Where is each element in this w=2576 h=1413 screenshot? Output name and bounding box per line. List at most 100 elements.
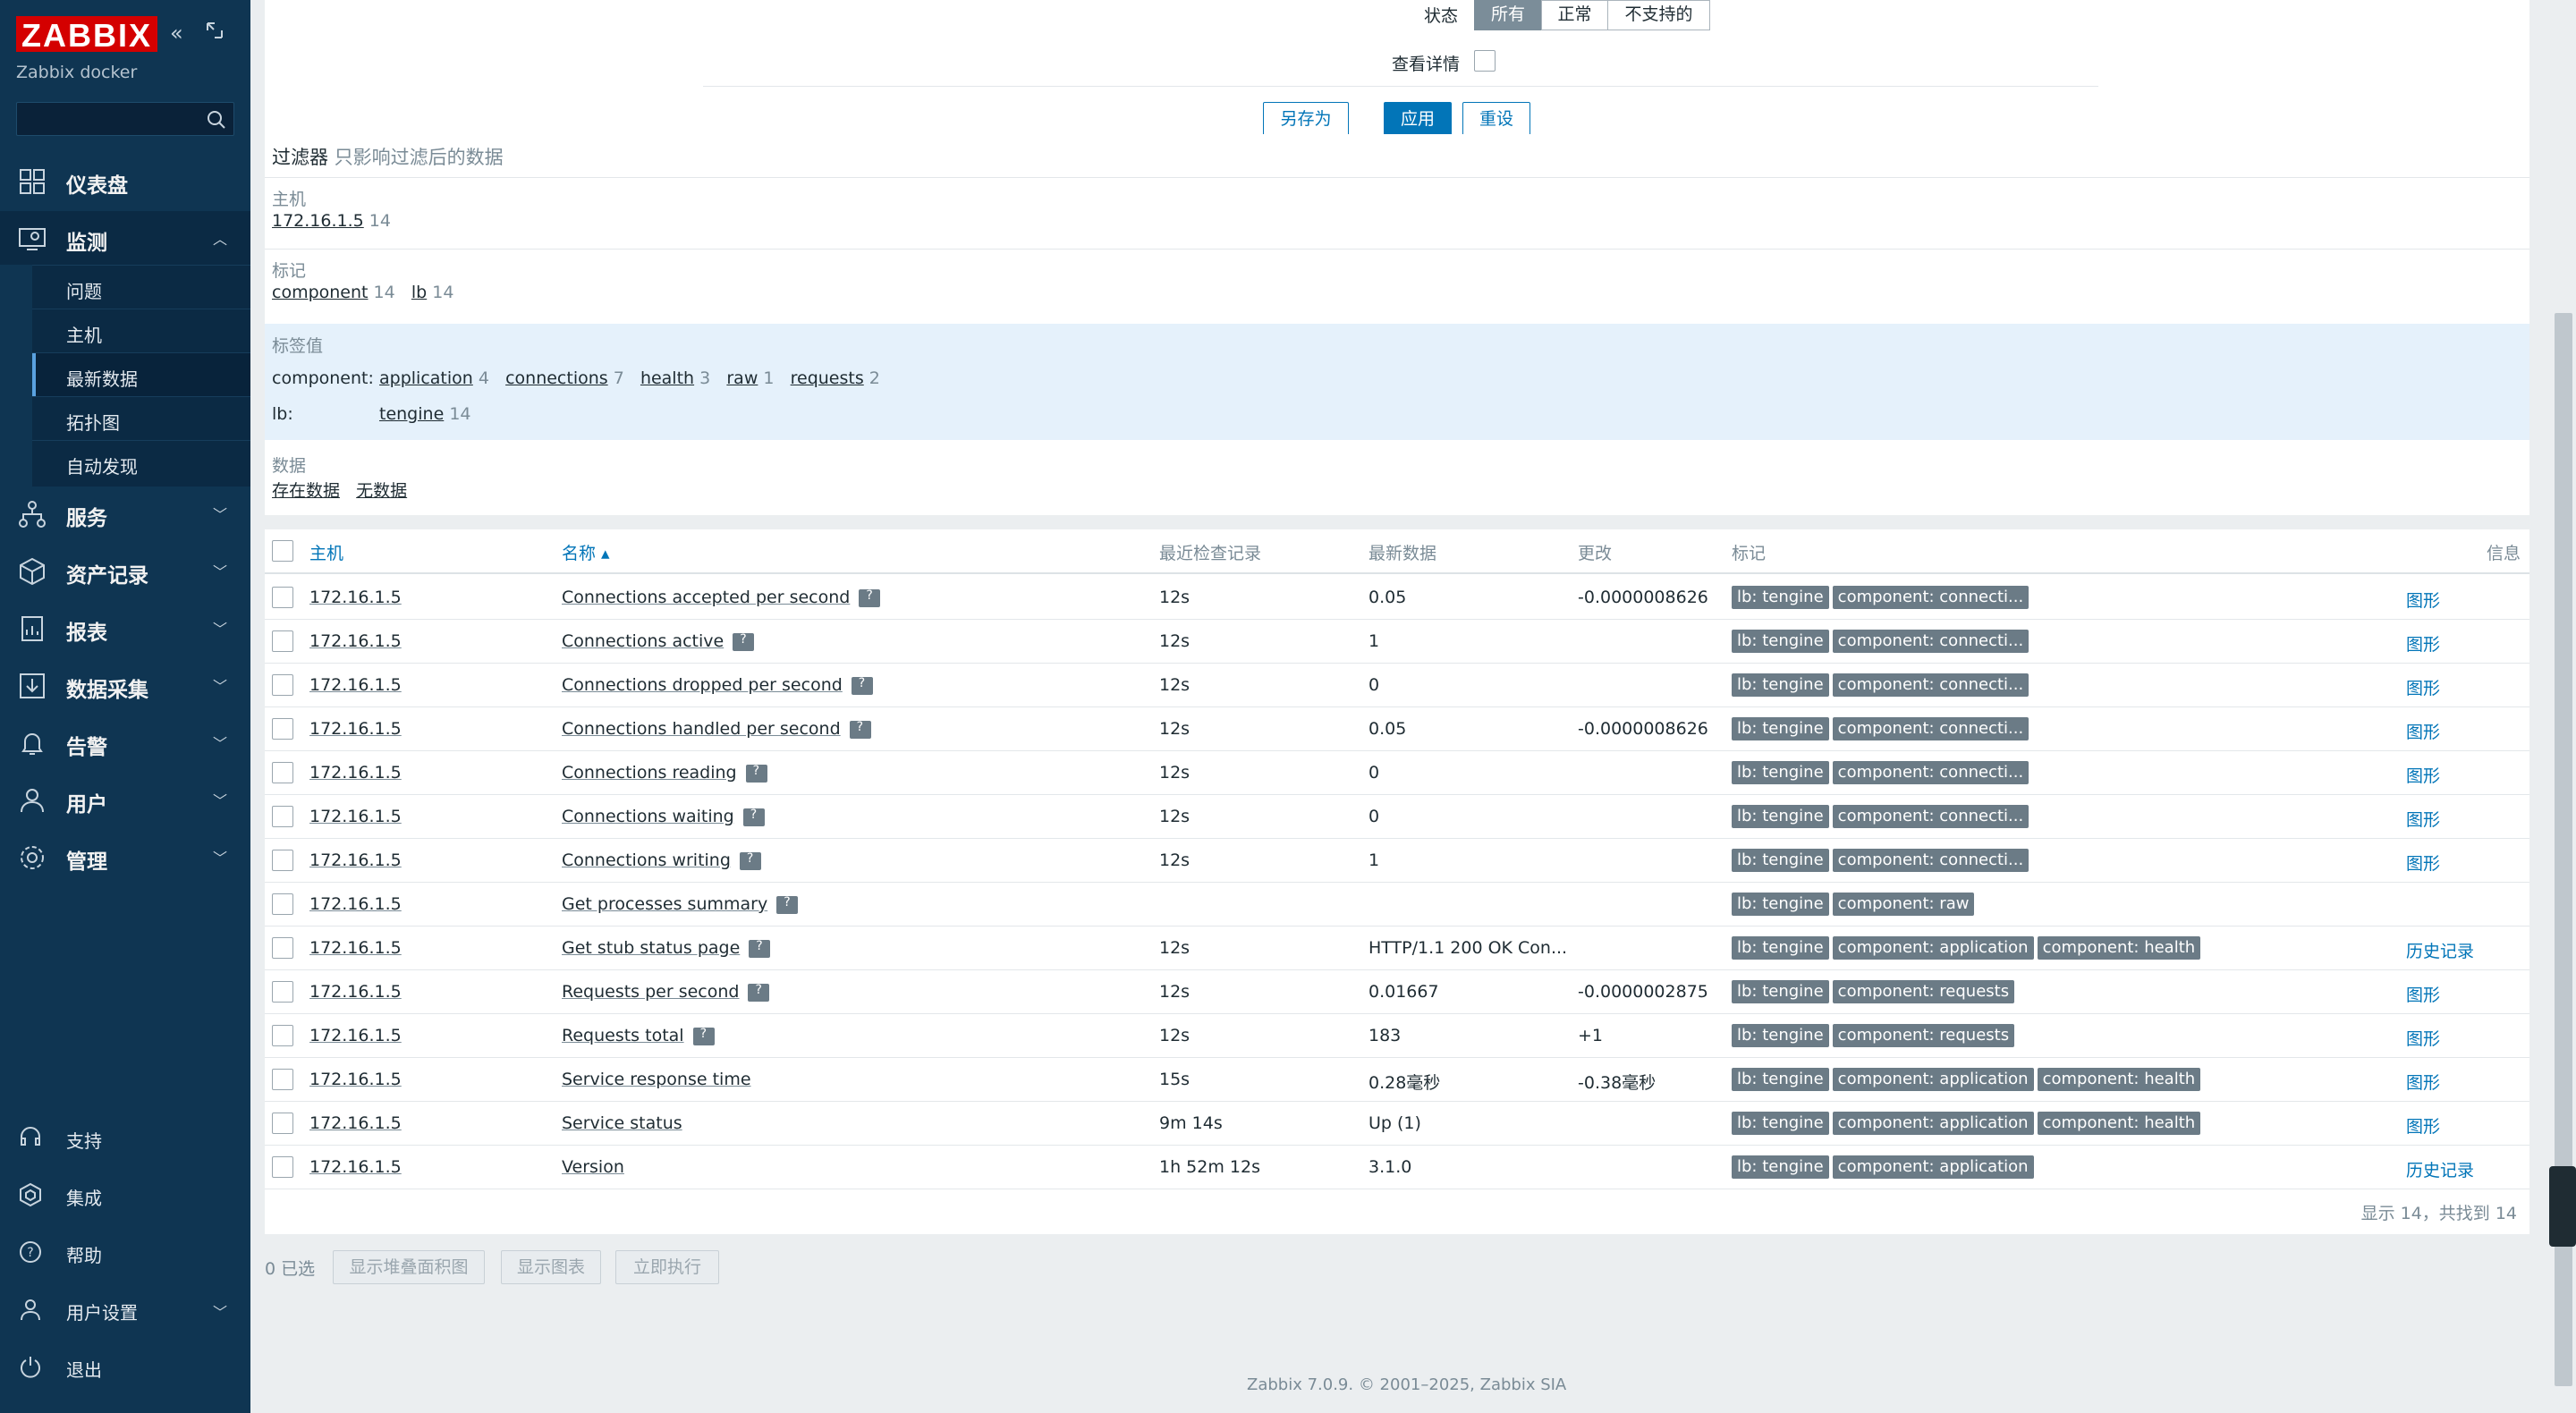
nav-integrations[interactable]: 集成 — [0, 1170, 250, 1220]
state-option-unsupported[interactable]: 不支持的 — [1607, 0, 1710, 30]
subfilter-tag-component[interactable]: component — [272, 283, 369, 302]
row-checkbox[interactable] — [272, 587, 293, 608]
header-host[interactable]: 主机 — [309, 540, 343, 564]
show-stacked-graph-button[interactable]: 显示堆叠面积图 — [333, 1250, 485, 1284]
row-action-link[interactable]: 图形 — [2406, 1026, 2440, 1050]
row-checkbox[interactable] — [272, 893, 293, 915]
tag-badge[interactable]: lb: tengine — [1732, 893, 1829, 916]
nav-users[interactable]: 用户 ﹀ — [0, 773, 250, 826]
row-checkbox[interactable] — [272, 762, 293, 783]
row-host-link[interactable]: 172.16.1.5 — [309, 763, 402, 783]
tag-badge[interactable]: component: health — [2037, 1068, 2201, 1091]
row-checkbox[interactable] — [272, 1156, 293, 1178]
description-hint-icon[interactable] — [692, 1027, 715, 1045]
description-hint-icon[interactable] — [745, 764, 767, 783]
tag-badge[interactable]: lb: tengine — [1732, 849, 1829, 872]
row-host-link[interactable]: 172.16.1.5 — [309, 631, 402, 651]
row-action-link[interactable]: 历史记录 — [2406, 938, 2474, 962]
kiosk-mode-icon[interactable] — [204, 20, 225, 47]
row-action-link[interactable]: 图形 — [2406, 1113, 2440, 1138]
tag-badge[interactable]: component: connecti... — [1832, 717, 2029, 740]
row-host-link[interactable]: 172.16.1.5 — [309, 982, 402, 1002]
row-checkbox[interactable] — [272, 630, 293, 652]
description-hint-icon[interactable] — [749, 939, 771, 958]
header-name[interactable]: 名称 ▴ — [562, 540, 610, 564]
tagval-raw[interactable]: raw — [726, 368, 758, 388]
row-item-link[interactable]: Service response time — [562, 1070, 751, 1089]
tag-badge[interactable]: component: application — [1832, 1155, 2034, 1179]
row-item-link[interactable]: Connections waiting — [562, 807, 734, 826]
scrollbar[interactable] — [2549, 0, 2576, 1413]
nav-administration[interactable]: 管理 ﹀ — [0, 830, 250, 884]
description-hint-icon[interactable] — [733, 632, 755, 651]
tagval-connections[interactable]: connections — [505, 368, 608, 388]
row-item-link[interactable]: Service status — [562, 1113, 682, 1133]
submenu-discovery[interactable]: 自动发现 — [32, 440, 250, 484]
tag-badge[interactable]: component: application — [1832, 1068, 2034, 1091]
row-host-link[interactable]: 172.16.1.5 — [309, 1113, 402, 1133]
row-host-link[interactable]: 172.16.1.5 — [309, 1070, 402, 1089]
nav-sign-out[interactable]: 退出 — [0, 1341, 250, 1392]
row-action-link[interactable]: 图形 — [2406, 763, 2440, 787]
collapse-sidebar-icon[interactable]: « — [170, 20, 183, 47]
reset-button[interactable]: 重设 — [1462, 102, 1530, 136]
subfilter-host-link[interactable]: 172.16.1.5 — [272, 211, 364, 231]
description-hint-icon[interactable] — [742, 808, 765, 826]
row-checkbox[interactable] — [272, 806, 293, 827]
tag-badge[interactable]: lb: tengine — [1732, 805, 1829, 828]
row-action-link[interactable]: 图形 — [2406, 850, 2440, 875]
description-hint-icon[interactable] — [748, 983, 770, 1002]
description-hint-icon[interactable] — [776, 895, 799, 914]
state-option-all[interactable]: 所有 — [1474, 0, 1542, 30]
tag-badge[interactable]: lb: tengine — [1732, 1112, 1829, 1135]
row-item-link[interactable]: Connections writing — [562, 850, 731, 870]
row-action-link[interactable]: 图形 — [2406, 675, 2440, 699]
submenu-problems[interactable]: 问题 — [32, 265, 250, 309]
row-host-link[interactable]: 172.16.1.5 — [309, 850, 402, 870]
row-item-link[interactable]: Version — [562, 1157, 624, 1177]
nav-inventory[interactable]: 资产记录 ﹀ — [0, 544, 250, 597]
tag-badge[interactable]: lb: tengine — [1732, 761, 1829, 784]
tagval-tengine[interactable]: tengine — [379, 404, 444, 424]
row-item-link[interactable]: Connections dropped per second — [562, 675, 843, 695]
select-all-checkbox[interactable] — [272, 540, 293, 562]
row-checkbox[interactable] — [272, 1069, 293, 1090]
description-hint-icon[interactable] — [859, 588, 881, 607]
row-action-link[interactable]: 历史记录 — [2406, 1157, 2474, 1181]
search-input[interactable] — [17, 103, 196, 135]
row-item-link[interactable]: Connections reading — [562, 763, 737, 783]
tag-badge[interactable]: component: raw — [1832, 893, 1975, 916]
row-item-link[interactable]: Get processes summary — [562, 894, 767, 914]
tag-badge[interactable]: component: connecti... — [1832, 849, 2029, 872]
tag-badge[interactable]: lb: tengine — [1732, 673, 1829, 697]
row-host-link[interactable]: 172.16.1.5 — [309, 719, 402, 739]
row-checkbox[interactable] — [272, 981, 293, 1003]
without-data-link[interactable]: 无数据 — [356, 481, 407, 501]
row-host-link[interactable]: 172.16.1.5 — [309, 1157, 402, 1177]
search-icon[interactable] — [205, 108, 228, 131]
execute-now-button[interactable]: 立即执行 — [615, 1250, 719, 1284]
row-item-link[interactable]: Requests total — [562, 1026, 684, 1045]
row-item-link[interactable]: Connections accepted per second — [562, 588, 850, 607]
row-action-link[interactable]: 图形 — [2406, 719, 2440, 743]
row-checkbox[interactable] — [272, 1025, 293, 1046]
subfilter-host[interactable]: 172.16.1.5 14 — [272, 211, 391, 231]
row-item-link[interactable]: Connections active — [562, 631, 724, 651]
with-data-link[interactable]: 存在数据 — [272, 481, 340, 501]
tag-badge[interactable]: lb: tengine — [1732, 1068, 1829, 1091]
submenu-hosts[interactable]: 主机 — [32, 309, 250, 352]
tag-badge[interactable]: component: health — [2037, 1112, 2201, 1135]
subfilter-tag-lb[interactable]: lb — [411, 283, 427, 302]
row-checkbox[interactable] — [272, 674, 293, 696]
row-checkbox[interactable] — [272, 718, 293, 740]
zabbix-logo[interactable]: ZABBIX — [16, 16, 157, 54]
tag-badge[interactable]: component: connecti... — [1832, 630, 2029, 653]
nav-reports[interactable]: 报表 ﹀ — [0, 601, 250, 655]
nav-support[interactable]: 支持 — [0, 1113, 250, 1163]
scrollbar-handle[interactable] — [2549, 1166, 2576, 1247]
nav-dashboards[interactable]: 仪表盘 — [0, 154, 250, 207]
tag-badge[interactable]: component: connecti... — [1832, 673, 2029, 697]
tag-badge[interactable]: component: connecti... — [1832, 761, 2029, 784]
row-item-link[interactable]: Connections handled per second — [562, 719, 841, 739]
nav-help[interactable]: ? 帮助 — [0, 1227, 250, 1277]
